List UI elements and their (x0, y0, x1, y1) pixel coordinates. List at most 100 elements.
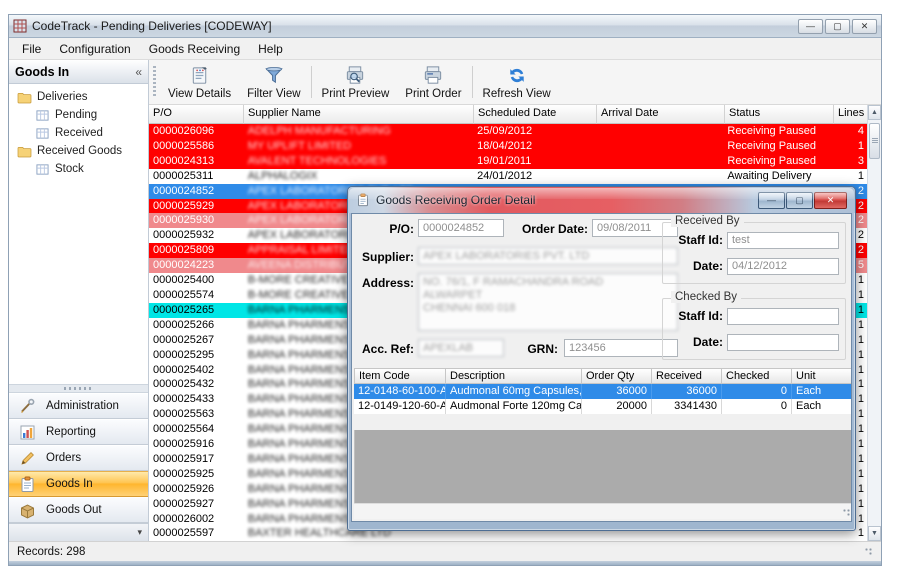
received-date-field[interactable]: 04/12/2012 (727, 258, 839, 275)
nav-goods-in[interactable]: Goods In (9, 471, 148, 497)
column-header-scheduled-date[interactable]: Scheduled Date (474, 105, 597, 124)
column-header-supplier-name[interactable]: Supplier Name (244, 105, 474, 124)
column-header-arrival-date[interactable]: Arrival Date (597, 105, 725, 124)
po-field[interactable]: 0000024852 (418, 219, 504, 237)
tree-item-stock[interactable]: Stock (11, 160, 146, 178)
tree-item-received-goods[interactable]: Received Goods (11, 142, 146, 160)
filter-view-button[interactable]: Filter View (239, 62, 308, 102)
scroll-up-icon[interactable]: ▲ (868, 105, 881, 120)
column-header-lines[interactable]: Lines (834, 105, 869, 124)
view-details-button[interactable]: View Details (160, 62, 239, 102)
cell-po: 0000025433 (149, 392, 244, 407)
scrollbar-thumb[interactable] (869, 123, 880, 159)
checked-staff-id-field[interactable] (727, 308, 839, 325)
dialog-resize-grip-icon[interactable] (843, 509, 851, 517)
po-label: P/O: (360, 222, 414, 236)
cell-po: 0000026096 (149, 124, 244, 139)
tree-item-label: Deliveries (37, 91, 88, 103)
received-staff-id-field[interactable]: test (727, 232, 839, 249)
vertical-scrollbar[interactable]: ▲ ▼ (867, 105, 881, 541)
menu-help[interactable]: Help (249, 39, 292, 59)
item-column-description[interactable]: Description (446, 368, 582, 384)
nav-goods-out[interactable]: Goods Out (9, 497, 148, 523)
dialog-close-button[interactable]: ✕ (814, 192, 847, 209)
po-grid-header: P/O Supplier Name Scheduled Date Arrival… (149, 105, 881, 124)
dialog-minimize-button[interactable]: — (758, 192, 785, 209)
item-column-order-qty[interactable]: Order Qty (582, 368, 652, 384)
printer-icon (421, 64, 445, 87)
cell-checked: 0 (722, 399, 792, 414)
nav-reporting[interactable]: Reporting (9, 419, 148, 445)
records-count: Records: 298 (17, 546, 85, 558)
checked-by-group: Checked By Staff Id: Date: (662, 298, 846, 360)
cell-po: 0000025574 (149, 288, 244, 303)
chart-icon (19, 424, 36, 441)
date-label: Date: (665, 335, 723, 349)
item-row[interactable]: 12-0149-120-60-AUDAudmonal Forte 120mg C… (354, 399, 852, 414)
cell-po: 0000025311 (149, 169, 244, 184)
cell-po: 0000025265 (149, 303, 244, 318)
sidebar-header: Goods In « (9, 60, 148, 84)
refresh-view-button[interactable]: Refresh View (475, 62, 559, 102)
grn-field[interactable]: 123456 (564, 339, 678, 357)
tree-item-pending[interactable]: Pending (11, 106, 146, 124)
cell-po: 0000026002 (149, 512, 244, 527)
tree-item-received[interactable]: Received (11, 124, 146, 142)
table-row[interactable]: 0000025311ALPHALOGIX24/01/2012Awaiting D… (149, 169, 867, 184)
checked-by-title: Checked By (671, 291, 741, 303)
supplier-field[interactable]: APEX LABORATORIES PVT. LTD (418, 247, 678, 265)
menu-goods-receiving[interactable]: Goods Receiving (140, 39, 249, 59)
status-bar: Records: 298 (9, 541, 881, 561)
dialog-title-bar[interactable]: Goods Receiving Order Detail — ▢ ✕ (348, 187, 855, 213)
item-column-received[interactable]: Received (652, 368, 722, 384)
sidebar-splitter[interactable] (9, 384, 148, 393)
print-preview-button[interactable]: Print Preview (314, 62, 398, 102)
item-column-checked[interactable]: Checked (722, 368, 792, 384)
toolbar-grip[interactable] (151, 66, 158, 98)
address-field[interactable]: NO. 76/1, F RAMACHANDRA ROADALWARPETCHEN… (418, 273, 678, 331)
toolbar-label: View Details (168, 88, 231, 100)
cell-po: 0000025267 (149, 333, 244, 348)
cell-po: 0000025809 (149, 243, 244, 258)
table-row[interactable]: 0000024313AVALENT TECHNOLOGIES19/01/2011… (149, 154, 867, 169)
item-grid-header: Item Code Description Order Qty Received… (354, 368, 852, 384)
table-row[interactable]: 0000025586MY UPLIFT LIMITED18/04/2012Rec… (149, 139, 867, 154)
print-order-button[interactable]: Print Order (397, 62, 469, 102)
cell-status: Receiving Paused (723, 139, 832, 154)
cell-po: 0000025295 (149, 348, 244, 363)
nav-orders[interactable]: Orders (9, 445, 148, 471)
collapse-icon[interactable]: « (135, 65, 142, 79)
cell-scheduled-date: 18/04/2012 (473, 139, 596, 154)
supplier-label: Supplier: (360, 250, 414, 264)
tree-item-deliveries[interactable]: Deliveries (11, 88, 146, 106)
menu-configuration[interactable]: Configuration (50, 39, 139, 59)
close-button[interactable]: ✕ (852, 19, 877, 34)
cell-arrival-date (596, 154, 724, 169)
acc-ref-label: Acc. Ref: (360, 342, 414, 356)
menu-file[interactable]: File (13, 39, 50, 59)
address-label: Address: (360, 276, 414, 290)
nav-administration[interactable]: Administration (9, 393, 148, 419)
minimize-button[interactable]: — (798, 19, 823, 34)
item-column-unit[interactable]: Unit (792, 368, 852, 384)
cell-lines: 3 (832, 154, 867, 169)
dialog-maximize-button[interactable]: ▢ (786, 192, 813, 209)
table-row[interactable]: 0000026096ADELPH MANUFACTURING25/09/2012… (149, 124, 867, 139)
toolbar-label: Print Order (405, 88, 461, 100)
resize-grip-icon[interactable] (865, 548, 873, 556)
item-grid-body: 12-0148-60-100-AUDAudmonal 60mg Capsules… (354, 384, 852, 414)
item-column-item-code[interactable]: Item Code (354, 368, 446, 384)
dialog-title: Goods Receiving Order Detail (376, 193, 752, 207)
staff-id-label: Staff Id: (665, 309, 723, 323)
item-row[interactable]: 12-0148-60-100-AUDAudmonal 60mg Capsules… (354, 384, 852, 399)
column-header-status[interactable]: Status (725, 105, 834, 124)
checked-date-field[interactable] (727, 334, 839, 351)
maximize-button[interactable]: ▢ (825, 19, 850, 34)
cell-unit: Each (792, 399, 852, 414)
chevron-down-icon[interactable]: ▾ (137, 527, 142, 538)
scroll-down-icon[interactable]: ▼ (868, 526, 881, 541)
acc-ref-field[interactable]: APEXLAB (418, 339, 504, 357)
box-icon (19, 502, 36, 519)
title-bar[interactable]: CodeTrack - Pending Deliveries [CODEWAY]… (9, 15, 881, 38)
column-header-po[interactable]: P/O (149, 105, 244, 124)
